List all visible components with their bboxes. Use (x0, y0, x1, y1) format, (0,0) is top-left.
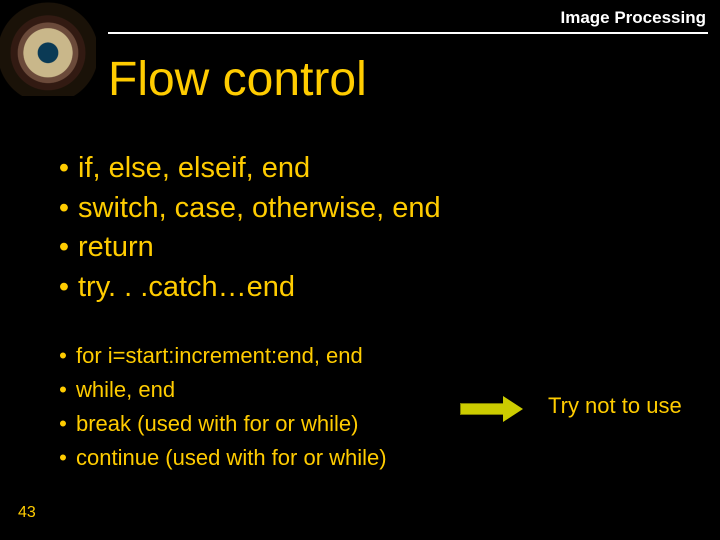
section-label: Image Processing (560, 8, 706, 28)
list-item: • if, else, elseif, end (50, 150, 441, 188)
page-number: 43 (18, 504, 36, 522)
list-item: • switch, case, otherwise, end (50, 190, 441, 228)
list-item: • try. . .catch…end (50, 269, 441, 307)
bullet-text: while, end (76, 374, 175, 406)
bullet-text: switch, case, otherwise, end (78, 190, 441, 228)
bullet-text: if, else, elseif, end (78, 150, 310, 188)
bullet-icon: • (50, 340, 76, 372)
bullet-group-2: • for i=start:increment:end, end • while… (50, 340, 387, 476)
nebula-logo-icon (0, 0, 96, 96)
list-item: • for i=start:increment:end, end (50, 340, 387, 372)
list-item: • return (50, 229, 441, 267)
bullet-text: break (used with for or while) (76, 408, 358, 440)
list-item: • continue (used with for or while) (50, 442, 387, 474)
header-rule (108, 32, 708, 34)
list-item: • while, end (50, 374, 387, 406)
bullet-icon: • (50, 408, 76, 440)
bullet-icon: • (50, 442, 76, 474)
callout-note: Try not to use (548, 393, 682, 419)
bullet-text: try. . .catch…end (78, 269, 295, 307)
header: Image Processing (0, 0, 720, 40)
bullet-text: for i=start:increment:end, end (76, 340, 363, 372)
bullet-icon: • (50, 269, 78, 307)
bullet-text: return (78, 229, 154, 267)
list-item: • break (used with for or while) (50, 408, 387, 440)
bullet-icon: • (50, 374, 76, 406)
bullet-icon: • (50, 190, 78, 228)
bullet-text: continue (used with for or while) (76, 442, 387, 474)
arrow-icon (460, 398, 524, 420)
bullet-group-1: • if, else, elseif, end • switch, case, … (50, 150, 441, 309)
bullet-icon: • (50, 150, 78, 188)
slide-title: Flow control (108, 52, 367, 107)
bullet-icon: • (50, 229, 78, 267)
